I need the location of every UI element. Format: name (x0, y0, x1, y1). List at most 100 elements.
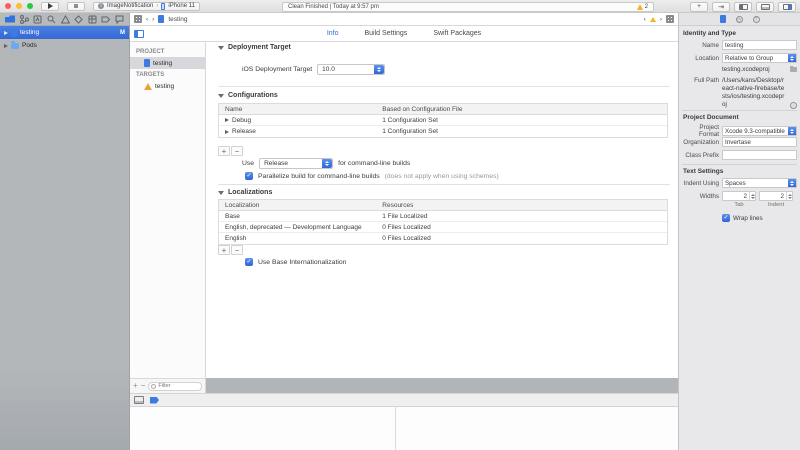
add-configuration-button[interactable]: + (218, 146, 230, 156)
history-inspector-tab-icon[interactable]: ◷ (736, 16, 743, 23)
disclosure-down-icon[interactable] (218, 94, 224, 98)
hide-debug-area-icon[interactable] (134, 396, 144, 404)
related-items-icon[interactable] (134, 15, 142, 23)
tab-width-value: 2 (743, 193, 747, 200)
toggle-navigator-button[interactable] (734, 2, 752, 12)
jumpbar-file-name[interactable]: testing (168, 16, 187, 23)
remove-configuration-button[interactable]: − (231, 146, 243, 156)
remove-target-button[interactable]: − (141, 382, 146, 390)
class-prefix-field[interactable] (722, 150, 797, 160)
test-navigator-icon[interactable] (74, 15, 83, 24)
location-select[interactable]: Relative to Group (722, 53, 797, 63)
breakpoints-toggle-icon[interactable] (150, 397, 159, 404)
section-configurations[interactable]: Configurations (218, 92, 278, 99)
filter-icon (151, 384, 156, 389)
configurations-add-remove: + − (218, 146, 243, 156)
stop-button[interactable] (67, 2, 85, 11)
table-row[interactable]: Base 1 File Localized (219, 211, 667, 222)
breakpoint-navigator-icon[interactable] (101, 16, 110, 23)
table-row[interactable]: English, deprecated — Development Langua… (219, 222, 667, 233)
tab-build-settings[interactable]: Build Settings (365, 30, 408, 37)
window-toolbar: i ImageNotification › iPhone 11 Clean Fi… (0, 0, 800, 13)
previous-issue-button[interactable]: ‹ (644, 16, 646, 23)
indent-using-select[interactable]: Spaces (722, 178, 797, 188)
report-navigator-icon[interactable] (115, 15, 124, 24)
target-item[interactable]: testing (130, 80, 205, 92)
name-field[interactable]: testing (722, 40, 797, 50)
zoom-window-button[interactable] (27, 3, 33, 9)
identity-header: Identity and Type (683, 30, 736, 37)
issue-navigator-icon[interactable] (61, 15, 70, 24)
debug-area-divider[interactable] (395, 407, 396, 450)
tab-swift-packages[interactable]: Swift Packages (433, 30, 481, 37)
base-internationalization-checkbox[interactable]: ✓ (245, 258, 253, 266)
code-review-icon[interactable] (666, 15, 674, 23)
table-row[interactable]: Release 1 Configuration Set (219, 126, 667, 137)
project-item[interactable]: testing (130, 57, 205, 69)
command-line-config-select[interactable]: Release (259, 158, 333, 169)
table-row[interactable]: Debug 1 Configuration Set (219, 115, 667, 126)
navigator-item-testing[interactable]: testing M (0, 26, 129, 39)
reveal-in-finder-icon[interactable]: › (790, 102, 797, 109)
run-button[interactable] (41, 2, 59, 11)
wrap-lines-checkbox[interactable]: ✓ (722, 214, 730, 222)
forward-button[interactable]: › (152, 16, 154, 23)
section-title: Localizations (228, 189, 272, 196)
source-control-navigator-icon[interactable] (20, 15, 29, 24)
disclosure-icon[interactable] (225, 118, 229, 122)
project-navigator-icon[interactable] (5, 15, 15, 23)
symbol-navigator-icon[interactable] (33, 15, 42, 24)
xcodeproj-icon (11, 29, 17, 37)
organization-field[interactable]: Invertase (722, 137, 797, 147)
next-issue-button[interactable]: › (660, 16, 662, 23)
add-localization-button[interactable]: + (218, 245, 230, 255)
deployment-target-select[interactable]: 10.0 (317, 64, 385, 75)
tab-info[interactable]: Info (327, 30, 339, 37)
warning-badge[interactable]: 2 (637, 4, 648, 10)
tab-width-stepper[interactable]: 2 (722, 191, 756, 201)
minimize-window-button[interactable] (16, 3, 22, 9)
disclosure-icon[interactable] (4, 31, 8, 35)
toggle-inspector-button[interactable] (778, 2, 796, 12)
device-name: iPhone 11 (168, 3, 195, 9)
project-format-select[interactable]: Xcode 9.3-compatible (722, 126, 797, 136)
close-window-button[interactable] (5, 3, 11, 9)
toggle-debug-area-button[interactable] (756, 2, 774, 12)
navigator-item-pods[interactable]: Pods (0, 39, 129, 52)
disclosure-icon[interactable] (225, 130, 229, 134)
scheme-selector[interactable]: i ImageNotification › iPhone 11 (93, 2, 200, 11)
toggle-targets-list-icon[interactable] (134, 30, 144, 38)
remove-localization-button[interactable]: − (231, 245, 243, 255)
table-row[interactable]: English 0 Files Localized (219, 233, 667, 244)
location-label: Location (683, 55, 719, 62)
parallelize-checkbox[interactable]: ✓ (245, 172, 253, 180)
debug-navigator-icon[interactable] (88, 15, 97, 24)
tab-caption: Tab (722, 202, 756, 208)
activity-status-bar: Clean Finished | Today at 9:57 pm 2 (282, 2, 654, 12)
section-localizations[interactable]: Localizations (218, 189, 272, 196)
section-deployment-target[interactable]: Deployment Target (218, 44, 291, 51)
folder-icon (11, 43, 19, 49)
back-button[interactable]: ‹ (146, 16, 148, 23)
choose-location-folder-icon[interactable] (790, 67, 797, 72)
disclosure-down-icon[interactable] (218, 191, 224, 195)
editor-options-button[interactable]: ⇥ (712, 2, 730, 12)
quick-help-inspector-tab-icon[interactable]: ? (753, 16, 760, 23)
add-target-button[interactable]: + (133, 382, 138, 390)
localization-resources: 0 Files Localized (380, 235, 667, 242)
use-suffix-label: for command-line builds (338, 160, 410, 167)
disclosure-icon[interactable] (4, 44, 8, 48)
widths-captions-row: Tab Indent (679, 202, 800, 208)
file-inspector-tab-icon[interactable] (720, 15, 726, 23)
name-label: Name (683, 42, 719, 49)
location-value: Relative to Group (725, 55, 773, 62)
full-path-value: /Users/kans/Desktop/react-native-firebas… (722, 77, 787, 109)
filter-input[interactable] (158, 383, 199, 389)
disclosure-down-icon[interactable] (218, 46, 224, 50)
xcode-window: i ImageNotification › iPhone 11 Clean Fi… (0, 0, 800, 450)
library-button[interactable]: + (690, 2, 708, 12)
find-navigator-icon[interactable] (47, 15, 56, 24)
indent-width-stepper[interactable]: 2 (759, 191, 793, 201)
debug-pane-icon (761, 4, 770, 10)
chevron-right-icon: › (156, 3, 158, 9)
